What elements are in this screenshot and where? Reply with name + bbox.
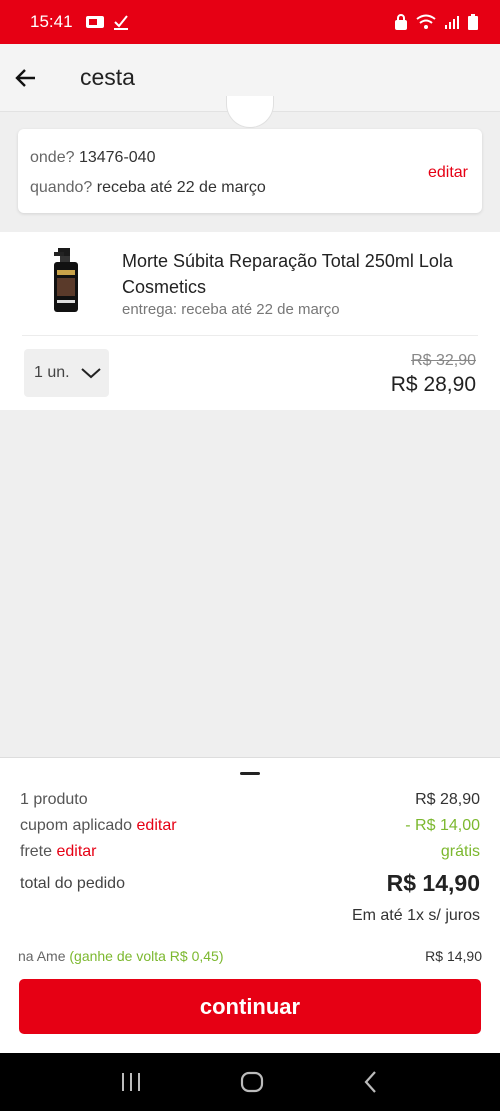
total-value: R$ 14,90 <box>386 870 480 896</box>
installments-text: Em até 1x s/ juros <box>351 907 480 924</box>
price-now: R$ 28,90 <box>390 373 476 396</box>
delivery-where-row: onde? 13476-040 <box>30 149 470 179</box>
summary-products-row: 1 produto R$ 28,90 <box>20 791 480 809</box>
ame-price: R$ 14,90 <box>425 948 482 964</box>
summary-shipping-row: frete editar grátis <box>20 843 480 861</box>
page-title: cesta <box>80 64 135 90</box>
products-label: 1 produto <box>20 791 88 808</box>
home-icon[interactable] <box>240 1070 264 1094</box>
battery-icon <box>468 14 478 30</box>
status-time: 15:41 <box>30 12 73 31</box>
where-label: onde? <box>30 149 75 166</box>
chevron-down-icon <box>80 368 101 379</box>
system-nav-bar <box>0 1053 500 1111</box>
edit-delivery-link[interactable]: editar <box>428 164 468 182</box>
decorative-notch <box>226 96 274 128</box>
coupon-value: - R$ 14,00 <box>405 817 480 834</box>
ame-label: na Ame <box>18 948 66 964</box>
product-card: Morte Súbita Reparação Total 250ml Lola … <box>0 232 500 410</box>
recent-apps-icon[interactable] <box>119 1071 143 1093</box>
price-old: R$ 32,90 <box>411 352 476 369</box>
back-button[interactable] <box>0 44 56 112</box>
shipping-label: frete <box>20 843 53 860</box>
coupon-label: cupom aplicado <box>20 817 133 834</box>
product-delivery: entrega: receba até 22 de março <box>122 301 340 318</box>
lock-icon <box>395 14 407 30</box>
delivery-card: onde? 13476-040 quando? receba até 22 de… <box>18 129 482 213</box>
coupon-edit-link[interactable]: editar <box>137 817 177 834</box>
products-value: R$ 28,90 <box>415 791 480 808</box>
product-name[interactable]: Morte Súbita Reparação Total 250ml Lola … <box>122 248 472 300</box>
product-image[interactable] <box>48 248 84 312</box>
wifi-icon <box>416 14 436 29</box>
signal-icon <box>445 16 459 29</box>
delivery-when-row: quando? receba até 22 de março <box>30 179 470 209</box>
when-label: quando? <box>30 179 93 196</box>
quantity-value: 1 un. <box>34 364 70 381</box>
back-nav-icon[interactable] <box>361 1070 381 1094</box>
where-value: 13476-040 <box>78 149 156 166</box>
ame-row: na Ame (ganhe de volta R$ 0,45) R$ 14,90 <box>18 948 482 964</box>
divider <box>22 335 478 336</box>
ame-cashback: (ganhe de volta R$ 0,45) <box>69 948 224 964</box>
check-icon <box>113 15 128 30</box>
total-label: total do pedido <box>20 874 125 892</box>
drag-handle[interactable] <box>240 772 260 775</box>
shipping-edit-link[interactable]: editar <box>56 843 96 860</box>
when-value: receba até 22 de março <box>96 179 266 196</box>
arrow-left-icon <box>15 68 35 87</box>
summary-coupon-row: cupom aplicado editar - R$ 14,00 <box>20 817 480 835</box>
order-summary: 1 produto R$ 28,90 cupom aplicado editar… <box>0 757 500 1053</box>
sim-card-icon <box>85 16 104 28</box>
summary-total-row: total do pedido R$ 14,90 <box>20 870 480 897</box>
quantity-select[interactable]: 1 un. <box>24 349 109 397</box>
continue-button[interactable]: continuar <box>19 979 481 1034</box>
shipping-value: grátis <box>440 843 480 860</box>
status-bar: 15:41 <box>0 0 500 44</box>
